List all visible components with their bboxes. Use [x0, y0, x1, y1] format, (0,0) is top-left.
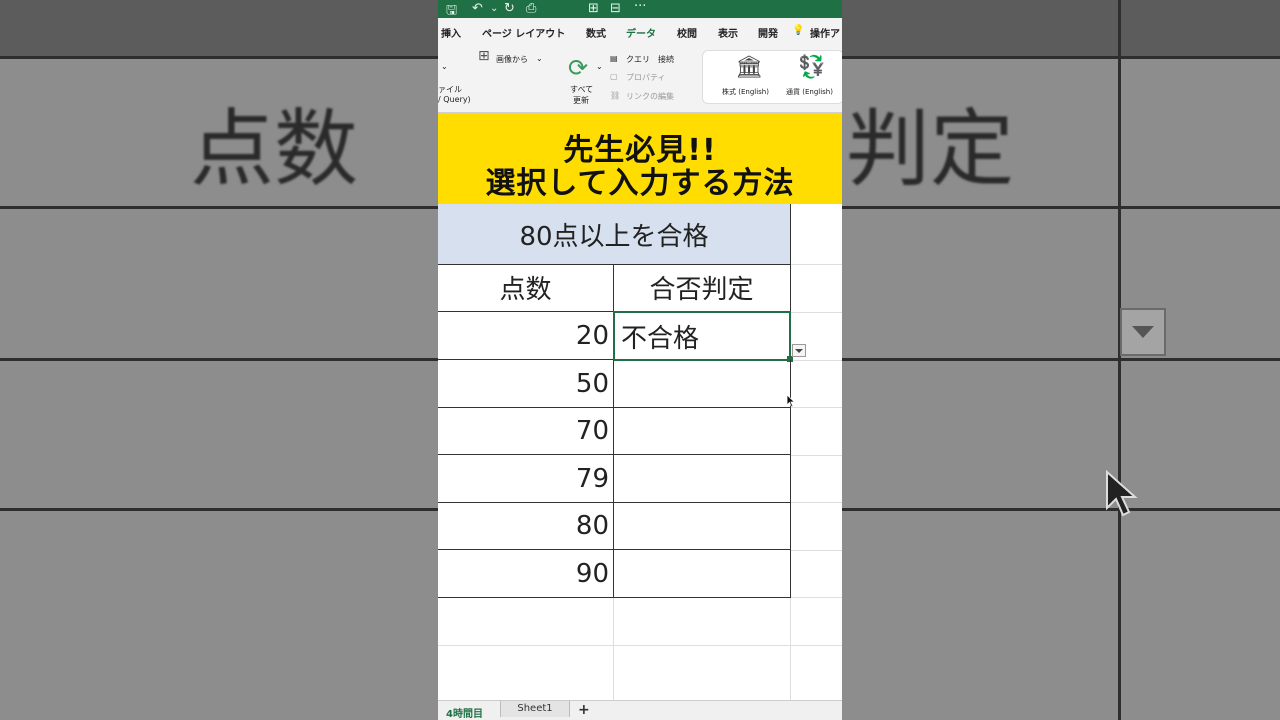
gridline	[790, 597, 791, 700]
gridline	[613, 597, 614, 700]
tab-view[interactable]: 表示	[718, 25, 738, 40]
tab-insert[interactable]: 挿入	[441, 25, 461, 40]
table-icon[interactable]: ⊞	[588, 1, 599, 16]
gridline	[790, 407, 842, 408]
tab-page-layout[interactable]: ページ レイアウト	[482, 25, 565, 40]
tab-developer[interactable]: 開発	[758, 25, 778, 40]
currency-icon[interactable]: 💱	[798, 55, 825, 80]
score-cell[interactable]: 79	[438, 455, 614, 503]
undo-icon[interactable]: ↶	[472, 1, 483, 16]
add-sheet-button[interactable]: +	[578, 702, 590, 718]
background-judge-text: 判定	[846, 100, 1015, 198]
score-cell[interactable]: 20	[438, 312, 614, 360]
gridline	[790, 312, 842, 313]
background-cursor-icon	[1106, 470, 1138, 517]
data-types-group: 🏛 株式 (English) 💱 通貨 (English)	[702, 50, 842, 104]
ribbon-data: ⌄ ァイル / Query) ⊞ 画像から ⌄ ⟳ ⌄ すべて 更新 ▤ クエリ…	[438, 44, 842, 113]
from-file-label-2[interactable]: / Query)	[438, 95, 471, 104]
spreadsheet-grid[interactable]: 80点以上を合格 点数 合否判定 20 不合格 50 70 79 80 90	[438, 204, 842, 700]
background-dropdown-icon	[1120, 308, 1166, 356]
gridline	[790, 597, 842, 598]
refresh-all-label[interactable]: すべて	[570, 84, 593, 95]
result-cell[interactable]	[613, 550, 791, 598]
result-cell[interactable]	[613, 502, 791, 550]
properties-icon: ▢	[610, 72, 618, 81]
gridline	[790, 502, 842, 503]
background-divider	[1118, 0, 1121, 720]
more-icon[interactable]: ···	[634, 0, 646, 14]
edit-links-icon: ⛓	[610, 91, 621, 100]
tab-tell-me[interactable]: 操作ア	[810, 25, 840, 40]
gridline	[790, 264, 842, 265]
tab-review[interactable]: 校閲	[677, 25, 697, 40]
score-cell[interactable]: 90	[438, 550, 614, 598]
table-title-cell[interactable]: 80点以上を合格	[438, 204, 791, 265]
chevron-down-icon[interactable]: ⌄	[536, 54, 543, 63]
background-score-text: 点数	[190, 100, 359, 198]
refresh-icon[interactable]: ⟳	[568, 54, 588, 82]
header-judgement[interactable]: 合否判定	[613, 264, 791, 312]
ribbon-tabs: 挿入 ページ レイアウト 数式 データ 校閲 表示 開発 💡 操作ア	[438, 18, 842, 62]
score-cell[interactable]: 80	[438, 502, 614, 550]
gridline	[790, 550, 842, 551]
redo-icon[interactable]: ↻	[504, 1, 515, 16]
edit-links-button[interactable]: リンクの編集	[626, 91, 674, 102]
quick-access-toolbar: 🖫 ↶ ⌄ ↻ ⎙ ⊞ ⊟ ···	[438, 0, 842, 18]
gridline	[790, 455, 842, 456]
sheet-tab-sheet1[interactable]: Sheet1	[500, 701, 570, 717]
queries-connections-button[interactable]: クエリ 接続	[626, 54, 674, 65]
header-score[interactable]: 点数	[438, 264, 614, 312]
sheet-tab-bar: 4時間目 Sheet1 +	[438, 700, 842, 720]
queries-icon: ▤	[610, 54, 618, 63]
sheet-tab-active[interactable]: 4時間目	[446, 705, 483, 720]
chevron-down-icon[interactable]: ⌄	[441, 62, 448, 71]
mouse-cursor-icon	[786, 394, 796, 408]
score-cell[interactable]: 70	[438, 407, 614, 455]
refresh-all-label-2[interactable]: 更新	[573, 95, 589, 106]
from-file-label[interactable]: ァイル	[438, 84, 462, 95]
undo-dropdown-icon[interactable]: ⌄	[490, 3, 498, 14]
lightbulb-icon: 💡	[792, 25, 805, 36]
result-cell[interactable]	[613, 407, 791, 455]
stocks-button[interactable]: 株式 (English)	[722, 87, 769, 97]
score-cell[interactable]: 50	[438, 360, 614, 408]
list-dropdown-button[interactable]	[792, 344, 806, 357]
result-cell[interactable]	[613, 360, 791, 408]
tab-data[interactable]: データ	[626, 25, 656, 40]
excel-window: 🖫 ↶ ⌄ ↻ ⎙ ⊞ ⊟ ··· 挿入 ページ レイアウト 数式 データ 校閲…	[438, 0, 842, 720]
from-image-button[interactable]: 画像から	[496, 54, 528, 65]
grid-icon[interactable]: ⊟	[610, 1, 621, 16]
gridline	[438, 645, 842, 646]
title-banner: 先生必見!! 選択して入力する方法	[438, 113, 842, 204]
tab-formulas[interactable]: 数式	[586, 25, 606, 40]
result-cell[interactable]	[613, 455, 791, 503]
gridline	[790, 360, 842, 361]
print-icon[interactable]: ⎙	[526, 1, 536, 16]
currencies-button[interactable]: 通貨 (English)	[786, 87, 833, 97]
bank-icon[interactable]: 🏛	[735, 55, 763, 80]
result-cell-selected[interactable]: 不合格	[613, 311, 791, 361]
image-icon: ⊞	[478, 48, 490, 64]
chevron-down-icon[interactable]: ⌄	[596, 62, 603, 71]
properties-button[interactable]: プロパティ	[626, 72, 666, 83]
banner-line-2: 選択して入力する方法	[485, 166, 795, 201]
